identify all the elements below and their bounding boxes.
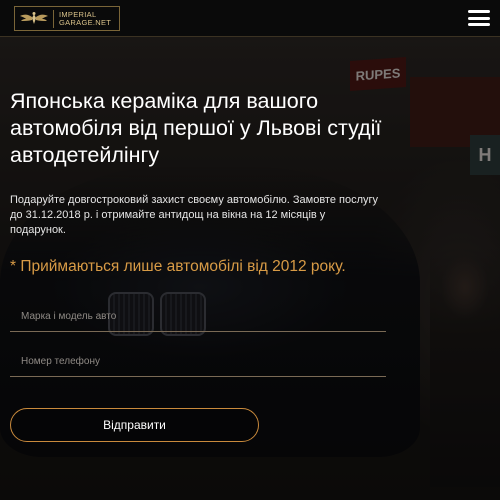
hero-description: Подаруйте довгостроковий захист своєму а… <box>10 194 379 236</box>
menu-bar <box>468 23 490 26</box>
menu-bar <box>468 10 490 13</box>
logo-line-2: GARAGE.NET <box>59 17 112 27</box>
model-year-notice: * Приймаються лише автомобілі від 2012 р… <box>10 258 346 275</box>
hero-title: Японська кераміка для вашого автомобіля … <box>10 89 382 167</box>
hamburger-menu-icon[interactable] <box>468 8 490 28</box>
site-logo[interactable]: IMPERIAL GARAGE.NET <box>14 6 120 31</box>
phone-number-input[interactable] <box>10 347 386 377</box>
site-header: IMPERIAL GARAGE.NET <box>0 0 500 37</box>
winged-emblem-icon <box>15 7 53 30</box>
car-model-input[interactable] <box>10 302 386 332</box>
submit-button[interactable]: Відправити <box>10 408 259 442</box>
menu-bar <box>468 16 490 20</box>
logo-text: IMPERIAL GARAGE.NET <box>54 10 112 27</box>
